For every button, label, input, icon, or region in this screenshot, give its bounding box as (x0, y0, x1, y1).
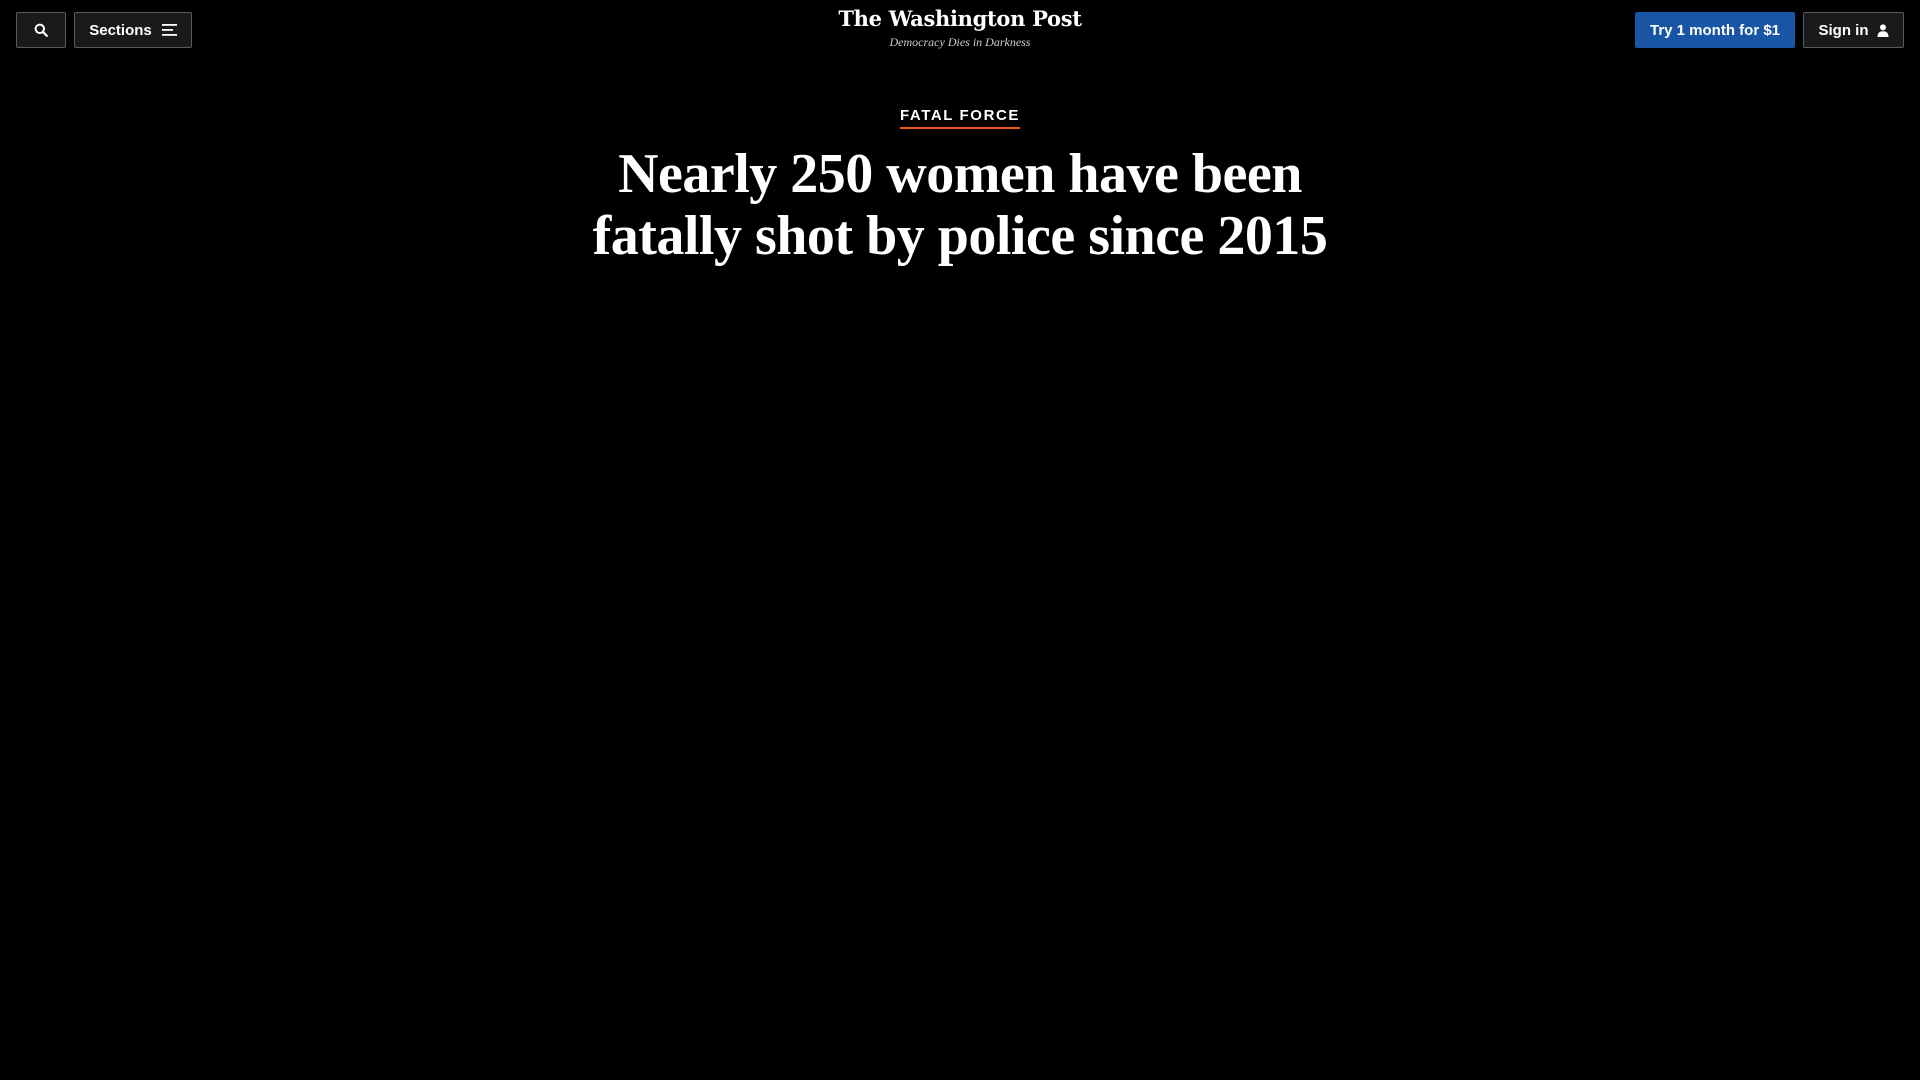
sections-button[interactable]: Sections (74, 12, 192, 48)
article-headline: Nearly 250 women have been fatally shot … (460, 143, 1460, 267)
headline-line: Nearly 250 women have been (618, 143, 1302, 205)
article-header: FATAL FORCE Nearly 250 women have been f… (460, 106, 1460, 267)
section-kicker-link[interactable]: FATAL FORCE (899, 106, 1021, 129)
tagline: Democracy Dies in Darkness (889, 35, 1031, 49)
subscribe-label: Try 1 month for $1 (1649, 21, 1781, 39)
sign-in-label: Sign in (1818, 21, 1869, 39)
sign-in-button[interactable]: Sign in (1803, 12, 1904, 48)
sections-label: Sections (89, 21, 152, 39)
subscribe-button[interactable]: Try 1 month for $1 (1635, 12, 1795, 48)
menu-lines-icon (161, 24, 177, 36)
masthead: The Washington Post Democracy Dies in Da… (760, 6, 1160, 50)
headline-line: fatally shot by police since 2015 (592, 205, 1328, 267)
user-icon (1877, 23, 1889, 37)
top-navigation-bar: Sections The Washington Post Democracy D… (0, 0, 1920, 60)
search-icon (34, 23, 48, 37)
washington-post-logo[interactable]: The Washington Post (760, 6, 1160, 32)
search-button[interactable] (16, 12, 66, 48)
